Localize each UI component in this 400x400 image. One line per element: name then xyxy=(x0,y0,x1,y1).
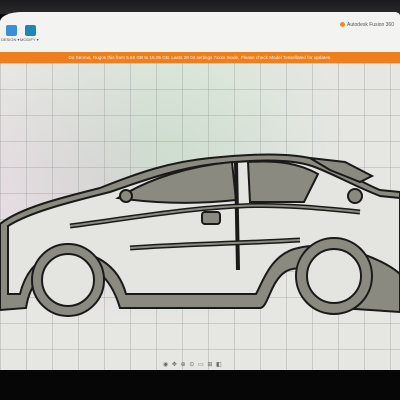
rear-wheel-inner xyxy=(306,248,362,304)
modify-menu[interactable]: MODIFY ▾ xyxy=(20,25,44,53)
design-icon xyxy=(6,25,17,36)
modify-menu-label: MODIFY ▾ xyxy=(20,37,39,42)
navigation-bar[interactable]: ◉ ✥ ⊕ ⊙ ▭ ⊞ ◧ xyxy=(163,361,223,369)
mirror-shape xyxy=(201,211,221,225)
modify-icon xyxy=(25,25,36,36)
car-outline-model[interactable] xyxy=(0,63,400,372)
canvas-viewport[interactable] xyxy=(0,63,400,372)
notification-banner[interactable]: Do Seoras, Rugos this from 5.56 GB to 16… xyxy=(0,52,400,63)
door-line xyxy=(234,161,240,271)
fusion-window: DESIGN ▾ MODIFY ▾ Autodesk Fusion 360 Do… xyxy=(0,12,400,372)
taillight-shape xyxy=(347,188,363,204)
front-wheel-inner xyxy=(41,253,95,307)
design-menu-label: DESIGN ▾ xyxy=(1,37,20,42)
account-label: Autodesk Fusion 360 xyxy=(347,22,394,28)
account-icon xyxy=(340,22,346,28)
toolbar: DESIGN ▾ MODIFY ▾ Autodesk Fusion 360 xyxy=(0,12,400,53)
navbar-icons[interactable]: ◉ ✥ ⊕ ⊙ ▭ ⊞ ◧ xyxy=(163,362,223,368)
account-area[interactable]: Autodesk Fusion 360 xyxy=(340,22,394,28)
headlight-shape xyxy=(119,189,133,203)
monitor-bezel-bottom xyxy=(0,370,400,400)
